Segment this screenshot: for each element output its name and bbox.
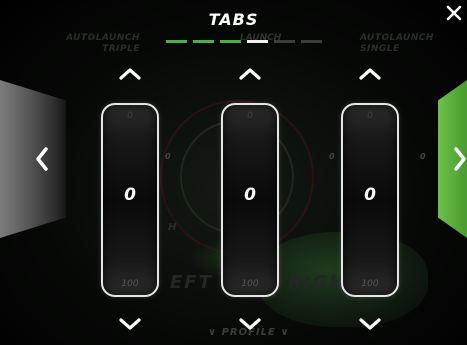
decrease-button-right[interactable] [357,316,383,332]
slider-min-label: 0 [127,111,133,121]
slider-value: 0 [364,185,376,205]
slider-max-label: 100 [121,279,139,289]
slider-min-label: 0 [247,111,253,121]
tab-slider-center[interactable]: 0 0 100 [221,103,279,297]
background-h-mark: H [168,222,177,233]
background-side-value-left: 0 [165,152,171,161]
background-word-left: EFT [170,272,213,293]
chevron-down-icon [239,318,261,330]
page-indicator-segment [166,40,187,43]
close-button[interactable] [445,4,463,22]
close-icon [446,5,462,21]
slider-value: 0 [244,185,256,205]
tab-column-right: 0 0 100 [338,0,402,345]
chevron-right-icon[interactable] [452,146,467,172]
slider-max-label: 100 [241,279,259,289]
increase-button-right[interactable] [357,66,383,82]
increase-button-left[interactable] [117,66,143,82]
chevron-up-icon [359,68,381,80]
chevron-down-icon [119,318,141,330]
page-indicator-segment [301,40,322,43]
previous-page-button[interactable] [0,80,66,238]
decrease-button-left[interactable] [117,316,143,332]
tabs-screen: AUTOLAUNCH TRIPLE LAUNCH AUTOLAUNCH SING… [0,0,467,345]
increase-button-center[interactable] [237,66,263,82]
chevron-up-icon [119,68,141,80]
chevron-up-icon [239,68,261,80]
page-indicator-segment [193,40,214,43]
background-side-value-far-right: 0 [420,152,426,161]
tab-slider-left[interactable]: 0 0 100 [101,103,159,297]
tab-column-center: 0 0 100 [218,0,282,345]
decrease-button-center[interactable] [237,316,263,332]
tab-slider-right[interactable]: 0 0 100 [341,103,399,297]
slider-min-label: 0 [367,111,373,121]
background-side-value-right: 0 [329,152,335,161]
slider-max-label: 100 [361,279,379,289]
chevron-left-icon[interactable] [34,146,50,172]
tab-column-left: 0 0 100 [98,0,162,345]
slider-value: 0 [124,185,136,205]
chevron-down-icon [359,318,381,330]
